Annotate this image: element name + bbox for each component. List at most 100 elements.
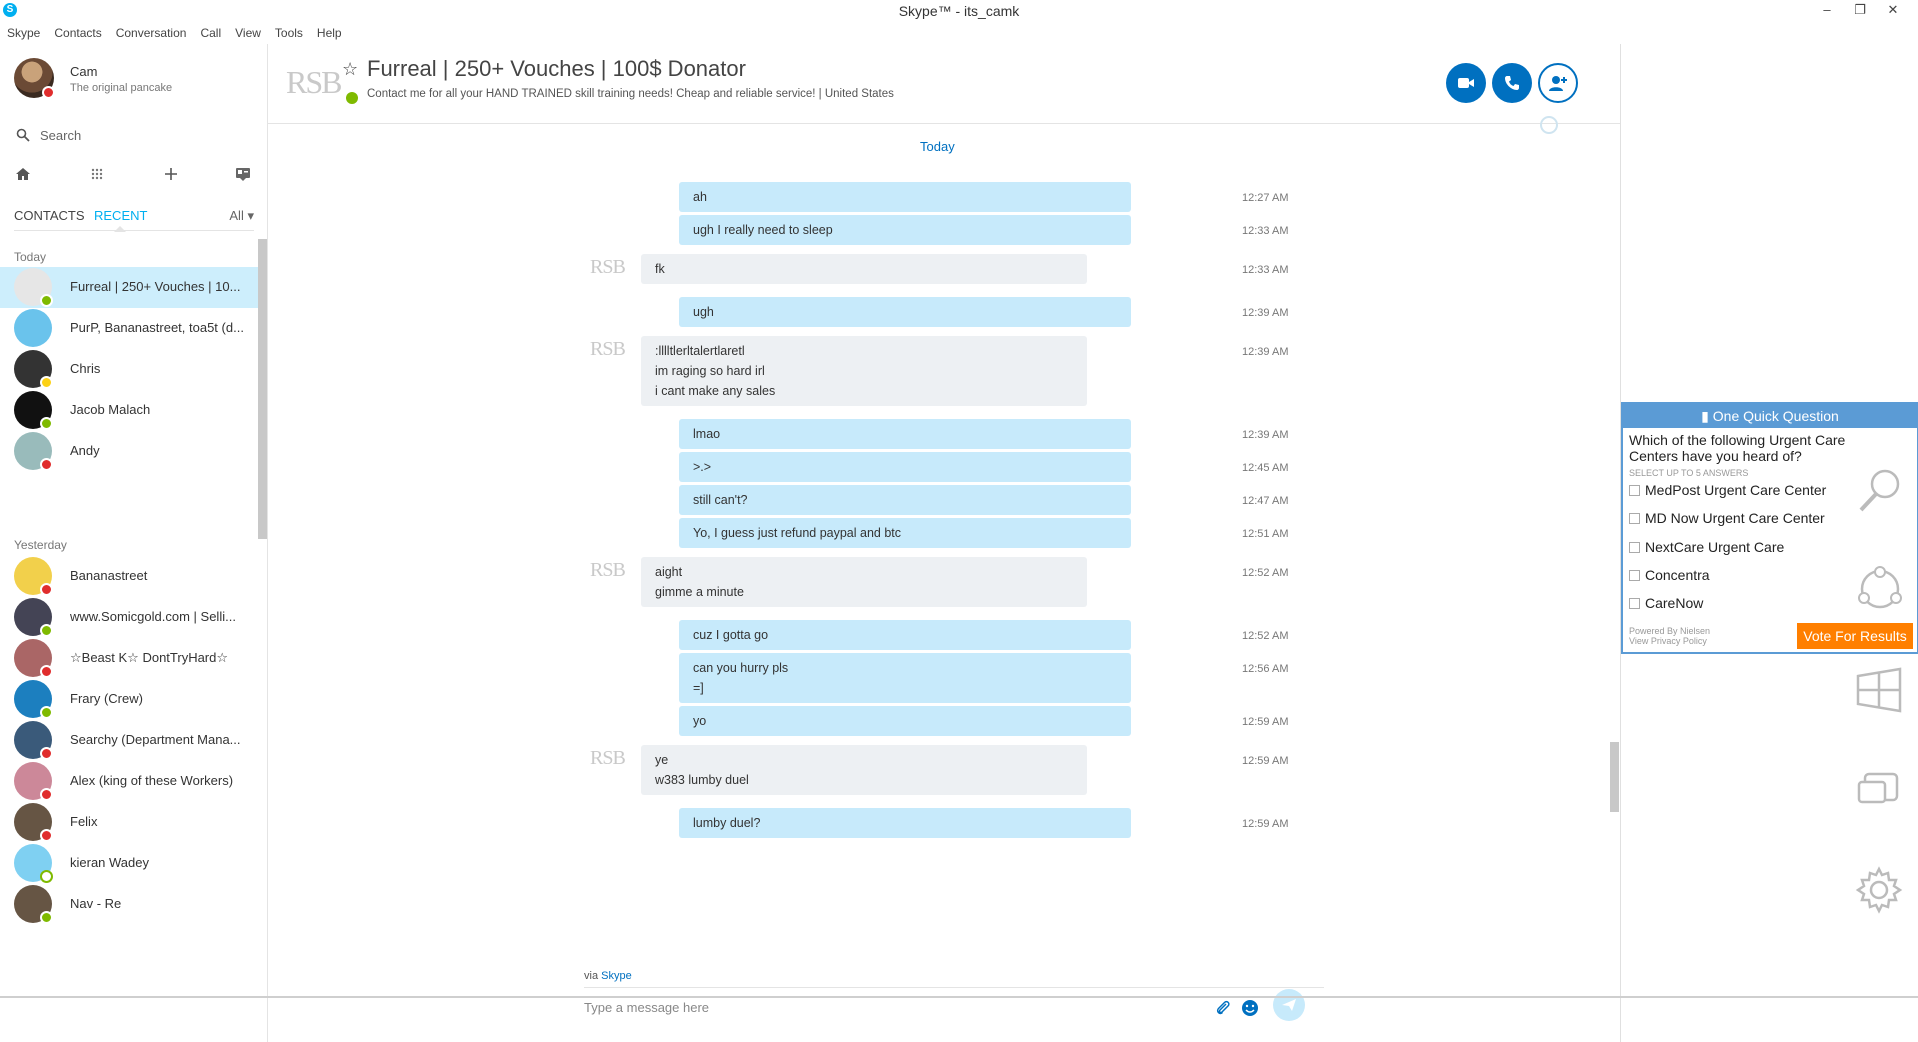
- globe-icon: [1540, 116, 1558, 134]
- contact-item[interactable]: Searchy (Department Mana...: [0, 720, 258, 761]
- conversation-pane: RSB ☆ Furreal | 250+ Vouches | 100$ Dona…: [268, 44, 1620, 1042]
- poll-option[interactable]: Concentra: [1629, 567, 1710, 583]
- add-icon[interactable]: [160, 166, 182, 188]
- conversation-title[interactable]: Furreal | 250+ Vouches | 100$ Donator: [367, 56, 746, 82]
- outgoing-message[interactable]: >.>: [679, 452, 1131, 482]
- message-text: lumby duel?: [693, 816, 761, 830]
- incoming-message[interactable]: ye w383 lumby duel: [641, 745, 1087, 795]
- filter-dropdown[interactable]: All ▾: [229, 208, 254, 224]
- incoming-message[interactable]: :lllltlerltalertlaretl im raging so hard …: [641, 336, 1087, 406]
- checkbox[interactable]: [1629, 570, 1640, 581]
- menu-contacts[interactable]: Contacts: [54, 26, 101, 40]
- contact-item[interactable]: Jacob Malach: [0, 390, 258, 431]
- emoticon-icon[interactable]: [1240, 999, 1260, 1019]
- checkbox[interactable]: [1629, 485, 1640, 496]
- sidebar-scrollbar[interactable]: [258, 239, 267, 539]
- contact-avatar[interactable]: RSB: [286, 64, 343, 101]
- contact-item[interactable]: Chris: [0, 349, 258, 390]
- close-button[interactable]: ✕: [1876, 0, 1910, 22]
- contact-item[interactable]: Andy: [0, 431, 258, 472]
- video-call-button[interactable]: [1446, 63, 1486, 103]
- outgoing-message[interactable]: ugh: [679, 297, 1131, 327]
- poll-option[interactable]: MedPost Urgent Care Center: [1629, 482, 1826, 498]
- poll-option[interactable]: MD Now Urgent Care Center: [1629, 510, 1825, 526]
- home-icon[interactable]: [12, 166, 34, 188]
- message-timestamp: 12:59 AM: [1242, 716, 1289, 728]
- contact-name: Alex (king of these Workers): [70, 773, 234, 788]
- attach-file-icon[interactable]: [1213, 999, 1233, 1019]
- sender-avatar[interactable]: RSB: [590, 256, 626, 279]
- via-skype-link[interactable]: Skype: [601, 970, 632, 982]
- my-profile[interactable]: Cam The original pancake: [14, 58, 264, 108]
- contact-name: Frary (Crew): [70, 691, 143, 706]
- contact-item[interactable]: kieran Wadey: [0, 843, 258, 884]
- outgoing-message[interactable]: ah: [679, 182, 1131, 212]
- via-prefix: via: [584, 970, 599, 982]
- message-timestamp: 12:52 AM: [1242, 567, 1289, 579]
- contact-name: PurP, Bananastreet, toa5t (d...: [70, 320, 244, 335]
- menu-view[interactable]: View: [235, 26, 261, 40]
- message-input[interactable]: Type a message here: [584, 1000, 709, 1015]
- contact-name: Andy: [70, 443, 100, 458]
- outgoing-message[interactable]: lmao: [679, 419, 1131, 449]
- contact-item[interactable]: Frary (Crew): [0, 679, 258, 720]
- contact-item[interactable]: www.Somicgold.com | Selli...: [0, 597, 258, 638]
- outgoing-message[interactable]: yo: [679, 706, 1131, 736]
- tab-recent[interactable]: RECENT: [94, 208, 147, 223]
- via-label: via Skype: [584, 970, 632, 982]
- message-text: lmao: [693, 427, 721, 441]
- contact-item[interactable]: Bananastreet: [0, 556, 258, 597]
- menu-conversation[interactable]: Conversation: [116, 26, 187, 40]
- contact-item[interactable]: ☆Beast K☆ DontTryHard☆: [0, 638, 258, 679]
- powered-by[interactable]: Powered By Nielsen: [1629, 626, 1710, 636]
- outgoing-message[interactable]: cuz I gotta go: [679, 620, 1131, 650]
- send-button[interactable]: [1273, 989, 1305, 1021]
- sender-avatar[interactable]: RSB: [590, 338, 626, 361]
- dialpad-icon[interactable]: [86, 166, 108, 188]
- menu-help[interactable]: Help: [317, 26, 342, 40]
- checkbox[interactable]: [1629, 513, 1640, 524]
- outgoing-message[interactable]: Yo, I guess just refund paypal and btc: [679, 518, 1131, 548]
- contact-item[interactable]: PurP, Bananastreet, toa5t (d...: [0, 308, 258, 349]
- contacts-card-icon[interactable]: [232, 166, 254, 188]
- poll-option[interactable]: NextCare Urgent Care: [1629, 539, 1784, 555]
- status-dnd-icon[interactable]: [42, 86, 55, 99]
- sender-avatar[interactable]: RSB: [590, 747, 626, 770]
- message-timestamp: 12:59 AM: [1242, 755, 1289, 767]
- message-timestamp: 12:39 AM: [1242, 429, 1289, 441]
- search-input[interactable]: Search: [14, 124, 254, 150]
- contact-item[interactable]: Furreal | 250+ Vouches | 10...: [0, 267, 258, 308]
- divider: [14, 230, 254, 231]
- poll-option[interactable]: CareNow: [1629, 595, 1703, 611]
- contact-item[interactable]: Felix: [0, 802, 258, 843]
- contact-item[interactable]: Alex (king of these Workers): [0, 761, 258, 802]
- option-label: NextCare Urgent Care: [1645, 539, 1785, 555]
- incoming-message[interactable]: aight gimme a minute: [641, 557, 1087, 607]
- menu-call[interactable]: Call: [200, 26, 221, 40]
- checkbox[interactable]: [1629, 542, 1640, 553]
- option-label: MedPost Urgent Care Center: [1645, 482, 1827, 498]
- outgoing-message[interactable]: can you hurry pls =]: [679, 653, 1131, 703]
- restore-button[interactable]: ❐: [1843, 0, 1877, 22]
- vote-button[interactable]: Vote For Results: [1797, 623, 1913, 649]
- message-timestamp: 12:56 AM: [1242, 663, 1289, 675]
- chat-scrollbar[interactable]: [1610, 742, 1619, 812]
- tab-contacts[interactable]: CONTACTS: [14, 208, 85, 223]
- sender-avatar[interactable]: RSB: [590, 559, 626, 582]
- avatar[interactable]: [14, 309, 52, 347]
- contact-item[interactable]: Nav - Re: [0, 884, 258, 925]
- outgoing-message[interactable]: lumby duel?: [679, 808, 1131, 838]
- profile-mood[interactable]: The original pancake: [70, 82, 172, 94]
- menu-tools[interactable]: Tools: [275, 26, 303, 40]
- privacy-link[interactable]: View Privacy Policy: [1629, 636, 1707, 646]
- incoming-message[interactable]: fk: [641, 254, 1087, 284]
- status-online-icon: [40, 706, 53, 719]
- checkbox[interactable]: [1629, 598, 1640, 609]
- outgoing-message[interactable]: still can't?: [679, 485, 1131, 515]
- menu-skype[interactable]: Skype: [7, 26, 40, 40]
- outgoing-message[interactable]: ugh I really need to sleep: [679, 215, 1131, 245]
- add-people-button[interactable]: [1538, 63, 1578, 103]
- voice-call-button[interactable]: [1492, 63, 1532, 103]
- minimize-button[interactable]: –: [1810, 0, 1844, 22]
- favorite-star-icon[interactable]: ☆: [342, 59, 358, 80]
